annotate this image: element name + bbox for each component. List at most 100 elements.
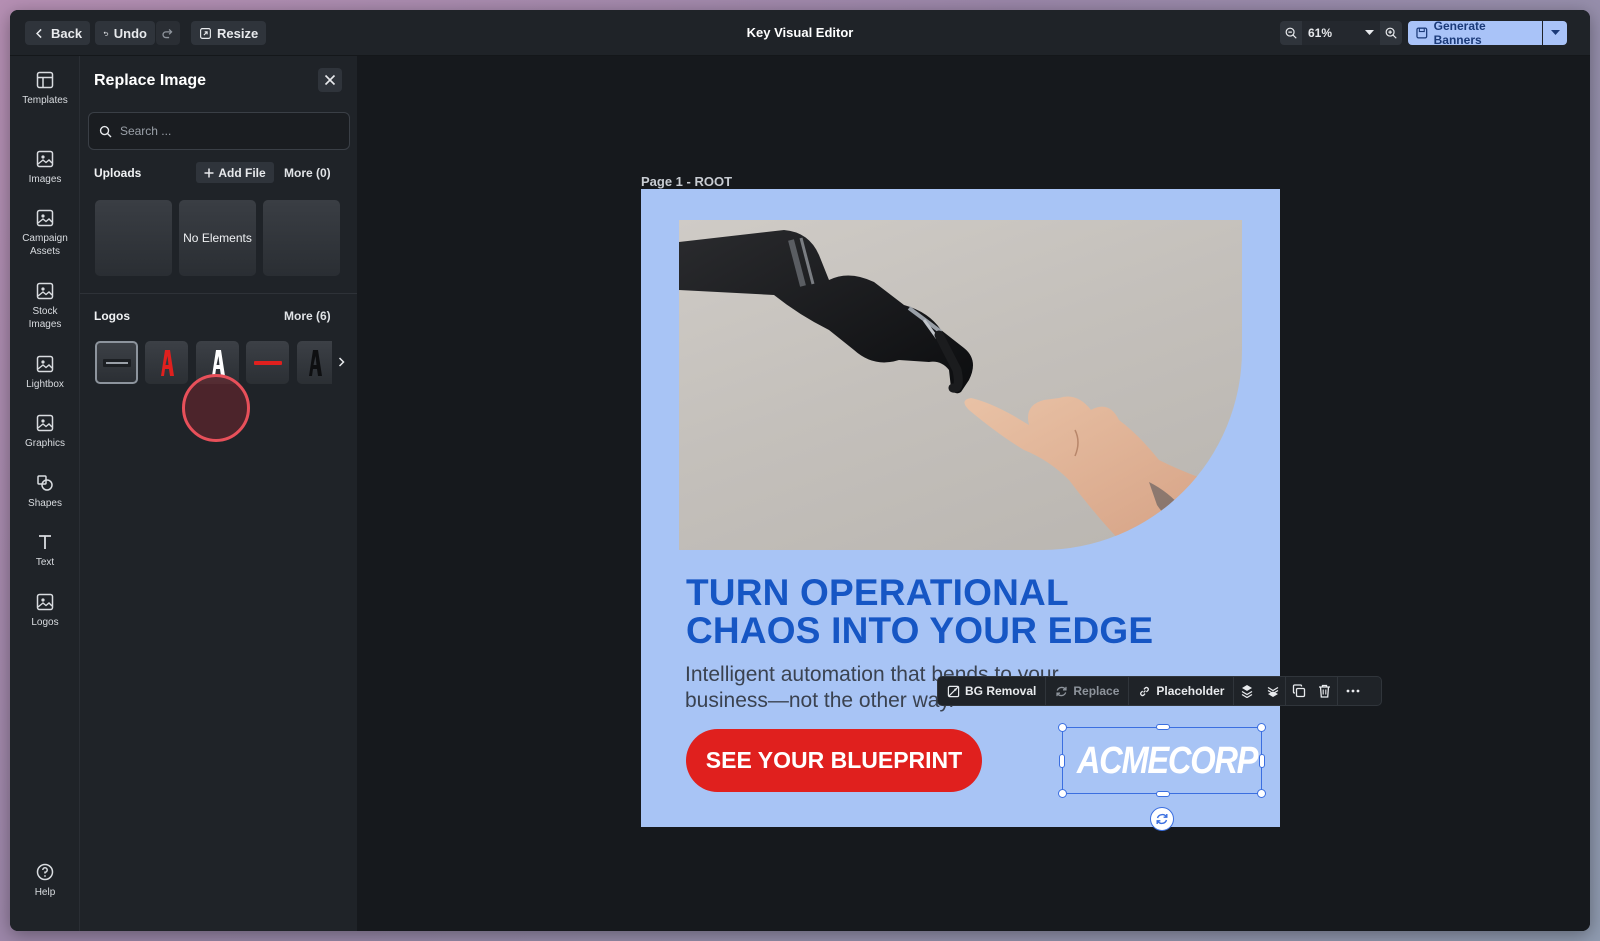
shapes-icon <box>37 475 53 491</box>
chevron-left-icon <box>36 28 42 38</box>
logos-label: Logos <box>94 309 130 323</box>
rail-item-lightbox[interactable]: Lightbox <box>10 354 80 391</box>
ellipsis-icon <box>1347 689 1360 693</box>
logo-option-red-a[interactable] <box>145 341 188 384</box>
zoom-in-button[interactable] <box>1380 21 1402 45</box>
caret-down-icon <box>1365 30 1374 35</box>
zoom-select[interactable]: 61% <box>1302 21 1380 45</box>
rail-item-label: Templates <box>22 95 68 106</box>
text-icon <box>39 535 51 549</box>
rail-item-label: Campaign Assets <box>22 233 68 257</box>
click-indicator <box>182 374 250 442</box>
rail-item-shapes[interactable]: Shapes <box>10 473 80 510</box>
uploads-more-link[interactable]: More (0) <box>284 166 331 180</box>
zoom-out-button[interactable] <box>1280 21 1302 45</box>
replace-button[interactable]: Replace <box>1046 676 1130 706</box>
letter-a-logo-thumbnail <box>211 349 225 376</box>
rail-item-text[interactable]: Text <box>10 532 80 569</box>
delete-button[interactable] <box>1312 676 1339 706</box>
acmecorp-logo: ACMECORP <box>1076 740 1259 782</box>
bg-removal-button[interactable]: BG Removal <box>938 676 1047 706</box>
resize-handle-bottom[interactable] <box>1156 791 1170 797</box>
hero-image[interactable] <box>679 220 1242 550</box>
search-icon <box>99 125 112 138</box>
image-icon <box>36 593 54 611</box>
add-file-label: Add File <box>218 165 266 180</box>
add-file-button[interactable]: Add File <box>196 162 274 183</box>
back-label: Back <box>51 25 83 41</box>
rail-item-help[interactable]: Help <box>10 862 80 899</box>
banner-headline[interactable]: TURN OPERATIONAL CHAOS INTO YOUR EDGE <box>686 574 1153 650</box>
robot-human-hands-illustration <box>679 230 1242 550</box>
zoom-out-icon <box>1285 27 1297 39</box>
resize-handle-top-right[interactable] <box>1257 723 1266 732</box>
selected-logo-element[interactable]: ACMECORP <box>1058 723 1266 798</box>
upload-placeholder-tile <box>263 200 340 276</box>
image-icon <box>36 209 54 227</box>
resize-handle-top[interactable] <box>1156 724 1170 730</box>
search-input[interactable] <box>119 124 339 138</box>
logos-more-link[interactable]: More (6) <box>284 309 331 323</box>
logo-option-black-a[interactable] <box>297 341 332 384</box>
rail-item-images[interactable]: Images <box>10 149 80 186</box>
rail-item-graphics[interactable]: Graphics <box>10 413 80 450</box>
image-icon <box>36 150 54 168</box>
upload-placeholder-tile <box>95 200 172 276</box>
rotate-handle[interactable] <box>1150 807 1174 831</box>
duplicate-button[interactable] <box>1286 676 1312 706</box>
image-icon <box>36 282 54 300</box>
red-wordmark-thumbnail <box>253 360 282 365</box>
placeholder-button[interactable]: Placeholder <box>1129 676 1235 706</box>
generate-label: Generate Banners <box>1433 19 1486 47</box>
resize-icon <box>200 27 211 39</box>
resize-handle-bottom-right[interactable] <box>1257 789 1266 798</box>
undo-icon <box>103 30 109 36</box>
cta-button[interactable]: SEE YOUR BLUEPRINT <box>686 729 982 792</box>
bring-forward-button[interactable] <box>1234 676 1260 706</box>
resize-handle-bottom-left[interactable] <box>1058 789 1067 798</box>
rail-item-label: Help <box>34 887 56 898</box>
banner-artboard[interactable]: TURN OPERATIONAL CHAOS INTO YOUR EDGE In… <box>641 189 1280 831</box>
resize-button[interactable]: Resize <box>191 21 267 45</box>
rail-item-campaign-assets[interactable]: Campaign Assets <box>10 208 80 258</box>
undo-label: Undo <box>113 25 147 41</box>
resize-handle-top-left[interactable] <box>1058 723 1067 732</box>
zoom-value: 61% <box>1308 26 1333 40</box>
rail-item-label: Images <box>28 174 62 185</box>
top-bar: Back Undo Resize Key Visual Editor 61% G… <box>10 10 1590 56</box>
redo-button[interactable] <box>156 21 180 45</box>
more-options-button[interactable] <box>1338 676 1368 706</box>
templates-icon <box>36 71 54 89</box>
letter-a-logo-thumbnail <box>308 349 322 376</box>
rail-item-label: Stock Images <box>28 306 62 330</box>
logo-option-red-wordmark[interactable] <box>246 341 289 384</box>
rail-item-label: Text <box>35 557 55 568</box>
app-window: Back Undo Resize Key Visual Editor 61% G… <box>10 10 1590 931</box>
panel-title: Replace Image <box>94 72 207 89</box>
uploads-label: Uploads <box>94 166 142 180</box>
resize-handle-right[interactable] <box>1259 754 1265 768</box>
logos-next-button[interactable] <box>334 355 348 369</box>
replace-icon <box>1056 686 1067 696</box>
back-button[interactable]: Back <box>25 21 91 45</box>
section-divider <box>80 293 357 294</box>
image-icon <box>36 414 54 432</box>
zoom-in-icon <box>1385 27 1397 39</box>
placeholder-label: Placeholder <box>1156 684 1225 698</box>
logo-option-acmecorp-dark[interactable] <box>95 341 138 384</box>
no-elements-text: No Elements <box>183 231 252 245</box>
generate-options-button[interactable] <box>1543 21 1567 45</box>
rail-item-stock-images[interactable]: Stock Images <box>10 281 80 331</box>
close-panel-button[interactable] <box>318 68 342 92</box>
rail-item-logos[interactable]: Logos <box>10 592 80 629</box>
save-icon <box>1416 27 1428 39</box>
element-context-toolbar: BG Removal Replace Placeholder <box>937 676 1382 706</box>
undo-button[interactable]: Undo <box>95 21 155 45</box>
send-backward-button[interactable] <box>1260 676 1287 706</box>
resize-label: Resize <box>217 25 259 41</box>
generate-banners-button[interactable]: Generate Banners <box>1408 19 1542 47</box>
resize-handle-left[interactable] <box>1059 754 1065 768</box>
left-rail: Templates Images Campaign Assets Stock I… <box>10 56 80 931</box>
rail-item-templates[interactable]: Templates <box>10 70 80 107</box>
close-icon <box>324 74 336 86</box>
